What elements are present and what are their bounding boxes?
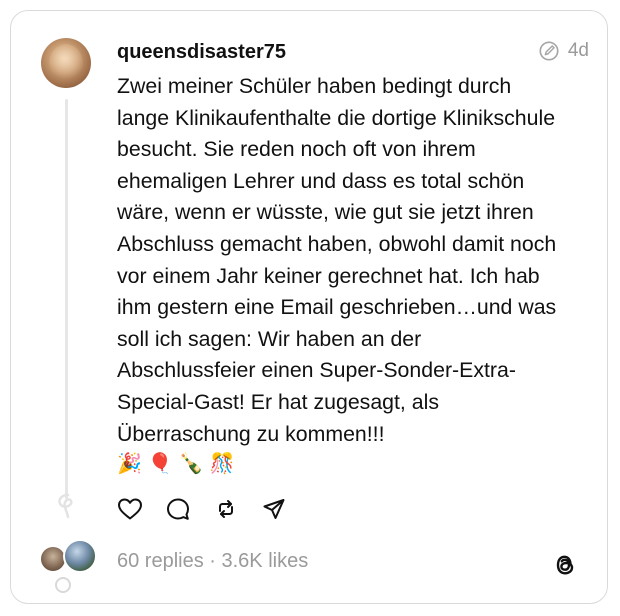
champagne-emoji: 🍾 <box>178 453 204 475</box>
post-meta: 4d <box>538 40 589 62</box>
post-line: besucht. Sie reden noch oft von ihrem <box>117 137 476 162</box>
post-line: Abschlussfeier einen Super-Sonder-Extra- <box>117 358 516 383</box>
repost-icon <box>219 500 233 518</box>
post-line: Überraschung zu kommen!!! <box>117 421 385 446</box>
post-card: queensdisaster75 4d Zwei meiner Schüler … <box>10 10 608 604</box>
post-time[interactable]: 4d <box>568 40 589 62</box>
balloon-emoji: 🎈 <box>147 453 173 475</box>
share-button[interactable] <box>261 496 287 522</box>
post-actions <box>117 496 287 522</box>
replier-avatar <box>63 539 97 573</box>
thread-line <box>65 99 68 499</box>
post-line: Special-Gast! Er hat zugesagt, als <box>117 389 439 414</box>
reply-button[interactable] <box>165 496 191 522</box>
replier-avatars[interactable] <box>39 539 109 593</box>
post-line: ihm gestern eine Email geschrieben…und w… <box>117 295 557 320</box>
threads-logo-icon[interactable] <box>551 551 579 579</box>
post-stats[interactable]: 60 replies · 3.6K likes <box>117 550 308 573</box>
author-username[interactable]: queensdisaster75 <box>117 41 286 64</box>
like-button[interactable] <box>117 496 143 522</box>
author-avatar[interactable] <box>41 38 91 88</box>
post-line: wäre, wenn er wüsste, wie gut sie jetzt … <box>117 200 534 225</box>
thread-loop-icon <box>58 493 73 519</box>
confetti-ball-emoji: 🎊 <box>209 453 235 475</box>
post-body: Zwei meiner Schüler haben bedingt durch … <box>117 71 597 450</box>
post-line: soll ich sagen: Wir haben an der <box>117 326 422 351</box>
post-line: lange Klinikaufenthalte die dortige Klin… <box>117 105 556 130</box>
heart-icon <box>118 498 142 520</box>
comment-icon <box>167 498 189 520</box>
edited-icon <box>539 41 559 61</box>
post-line: Zwei meiner Schüler haben bedingt durch <box>117 74 512 98</box>
post-line: Abschluss gemacht haben, obwohl damit no… <box>117 231 557 256</box>
emoji-row: 🎉 🎈 🍾 🎊 <box>117 451 235 477</box>
share-icon <box>263 499 285 519</box>
party-popper-emoji: 🎉 <box>117 453 142 475</box>
post-line: vor einem Jahr keiner gerechnet hat. Ich… <box>117 263 540 288</box>
post-line: ehemaligen Lehrer und dass es total schö… <box>117 168 525 193</box>
replier-avatar <box>55 577 71 593</box>
repost-button[interactable] <box>213 496 239 522</box>
